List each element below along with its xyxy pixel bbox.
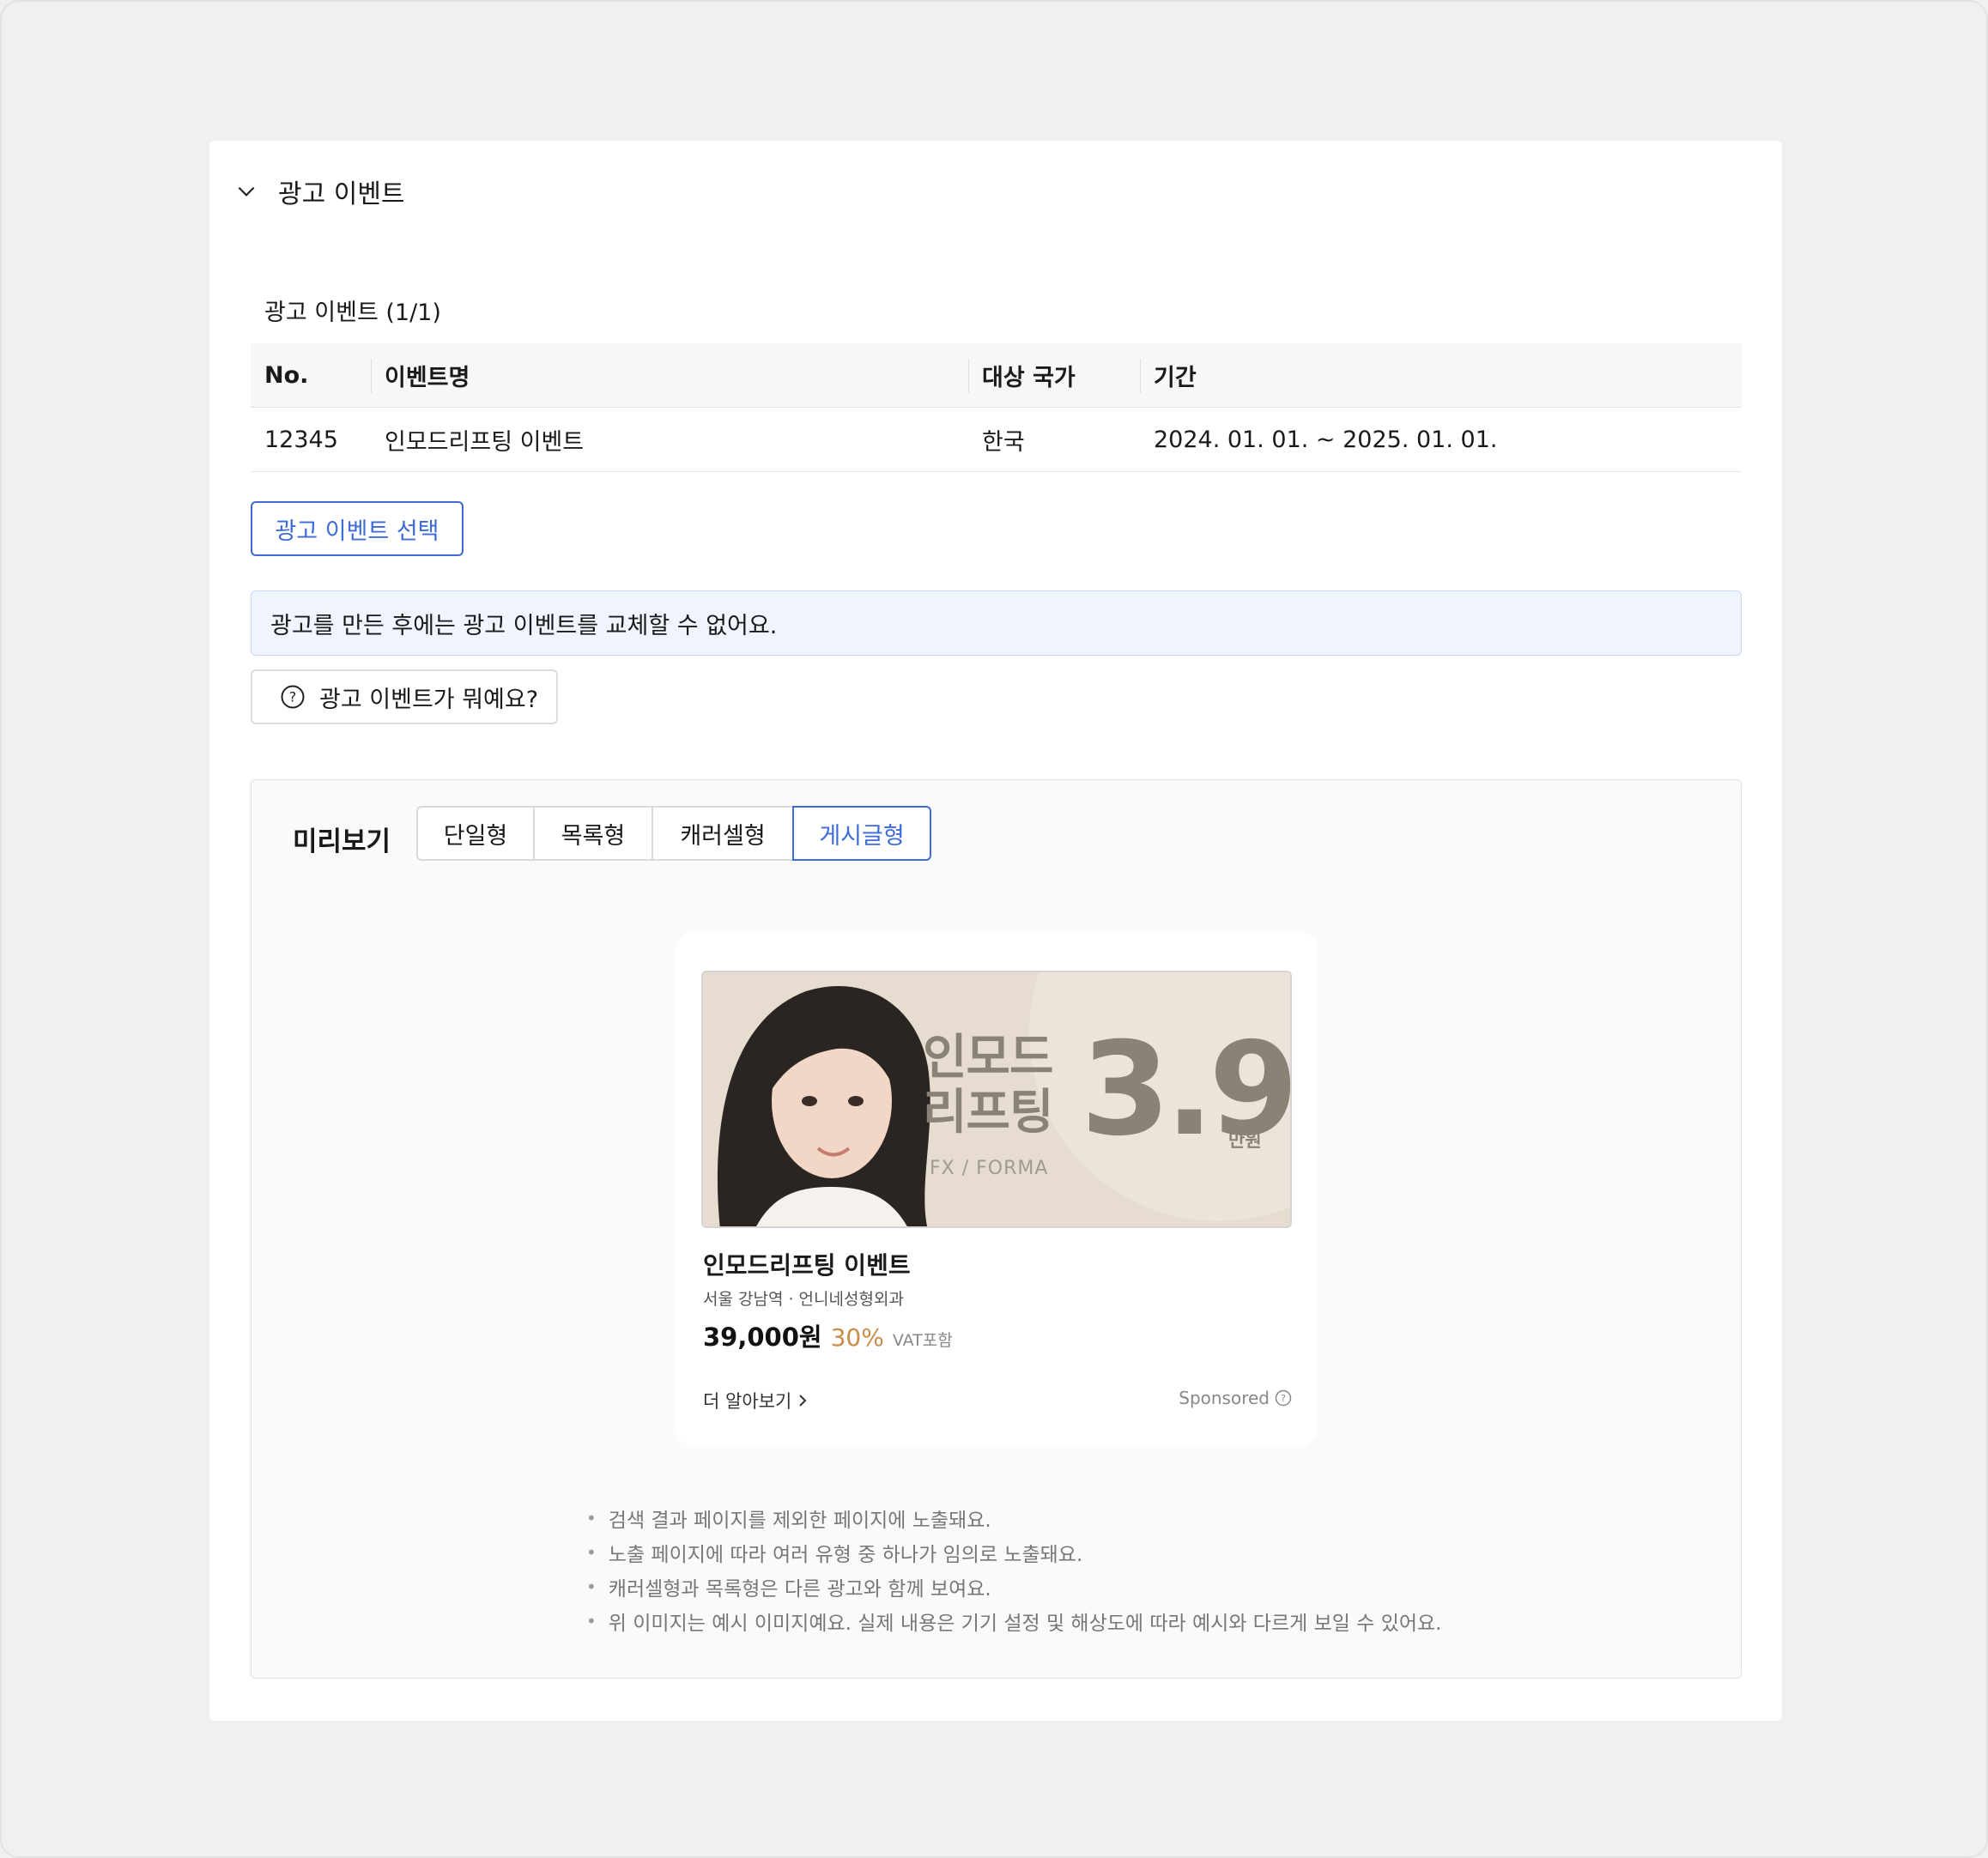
note-item: 캐러셀형과 목록형은 다른 광고와 함께 보여요.: [586, 1570, 1442, 1604]
ad-discount: 30%: [830, 1323, 884, 1352]
preview-type-tabs: 단일형 목록형 캐러셀형 게시글형: [416, 806, 931, 861]
table-caption: 광고 이벤트 (1/1): [264, 300, 441, 326]
ad-location: 서울 강남역 · 언니네성형외과: [703, 1290, 904, 1309]
svg-text:?: ?: [1281, 1393, 1286, 1404]
ad-event-card: 광고 이벤트 광고 이벤트 (1/1) No. 이벤트명 대상 국가 기간 12…: [209, 141, 1782, 1721]
tab-list[interactable]: 목록형: [533, 806, 653, 861]
cell-country: 한국: [982, 428, 1025, 456]
ad-banner-image: 인모드 리프팅 3.9 만원 FX / FORMA: [701, 971, 1292, 1228]
svg-text:?: ?: [289, 689, 297, 705]
preview-label: 미리보기: [293, 826, 391, 857]
select-ad-event-button[interactable]: 광고 이벤트 선택: [251, 501, 464, 556]
ad-price: 39,000원: [703, 1322, 822, 1352]
tab-carousel[interactable]: 캐러셀형: [652, 806, 794, 861]
window-frame: 광고 이벤트 광고 이벤트 (1/1) No. 이벤트명 대상 국가 기간 12…: [0, 0, 1988, 1858]
chevron-down-icon: [238, 186, 255, 197]
section-toggle[interactable]: 광고 이벤트: [235, 170, 405, 213]
header-event-name: 이벤트명: [371, 343, 968, 407]
help-button[interactable]: ? 광고 이벤트가 뭐예요?: [251, 669, 558, 724]
learn-more-link[interactable]: 더 알아보기: [703, 1388, 809, 1413]
cell-no: 12345: [264, 426, 338, 453]
help-button-label: 광고 이벤트가 뭐예요?: [319, 686, 539, 713]
banner-title: 인모드 리프팅: [923, 1030, 1054, 1141]
section-title: 광고 이벤트: [278, 179, 405, 209]
header-country: 대상 국가: [968, 343, 1140, 407]
ad-preview-card[interactable]: 인모드 리프팅 3.9 만원 FX / FORMA 인모드리프팅 이벤트 서울 …: [676, 931, 1318, 1446]
ad-price-row: 39,000원 30% VAT포함: [703, 1317, 953, 1353]
cell-event-name: 인모드리프팅 이벤트: [385, 428, 585, 456]
ad-vat: VAT포함: [892, 1331, 953, 1350]
chevron-right-icon: [799, 1395, 807, 1407]
question-circle-icon: ?: [281, 685, 305, 709]
tab-single[interactable]: 단일형: [416, 806, 535, 861]
note-item: 노출 페이지에 따라 여러 유형 중 하나가 임의로 노출돼요.: [586, 1535, 1442, 1570]
table-header: No. 이벤트명 대상 국가 기간: [251, 343, 1742, 408]
preview-notes: 검색 결과 페이지를 제외한 페이지에 노출돼요. 노출 페이지에 따라 여러 …: [586, 1501, 1442, 1638]
header-no: No.: [264, 361, 309, 389]
banner-brand: FX / FORMA: [930, 1158, 1049, 1179]
notice-banner: 광고를 만든 후에는 광고 이벤트를 교체할 수 없어요.: [251, 590, 1742, 656]
question-circle-icon: ?: [1275, 1389, 1292, 1407]
ad-title: 인모드리프팅 이벤트: [703, 1251, 911, 1280]
note-item: 검색 결과 페이지를 제외한 페이지에 노출돼요.: [586, 1501, 1442, 1535]
header-period: 기간: [1140, 343, 1742, 407]
sponsored-label[interactable]: Sponsored ?: [1179, 1388, 1292, 1408]
tab-post[interactable]: 게시글형: [792, 806, 931, 861]
table-row: 12345 인모드리프팅 이벤트 한국 2024. 01. 01. ~ 2025…: [251, 408, 1742, 472]
banner-unit: 만원: [1228, 1130, 1262, 1151]
event-table: No. 이벤트명 대상 국가 기간 12345 인모드리프팅 이벤트 한국 20…: [251, 343, 1742, 472]
note-item: 위 이미지는 예시 이미지예요. 실제 내용은 기기 설정 및 해상도에 따라 …: [586, 1604, 1442, 1638]
cell-period: 2024. 01. 01. ~ 2025. 01. 01.: [1154, 426, 1498, 453]
preview-panel: 미리보기 단일형 목록형 캐러셀형 게시글형 인모드 리프팅 3.9 만원 FX…: [251, 779, 1742, 1679]
